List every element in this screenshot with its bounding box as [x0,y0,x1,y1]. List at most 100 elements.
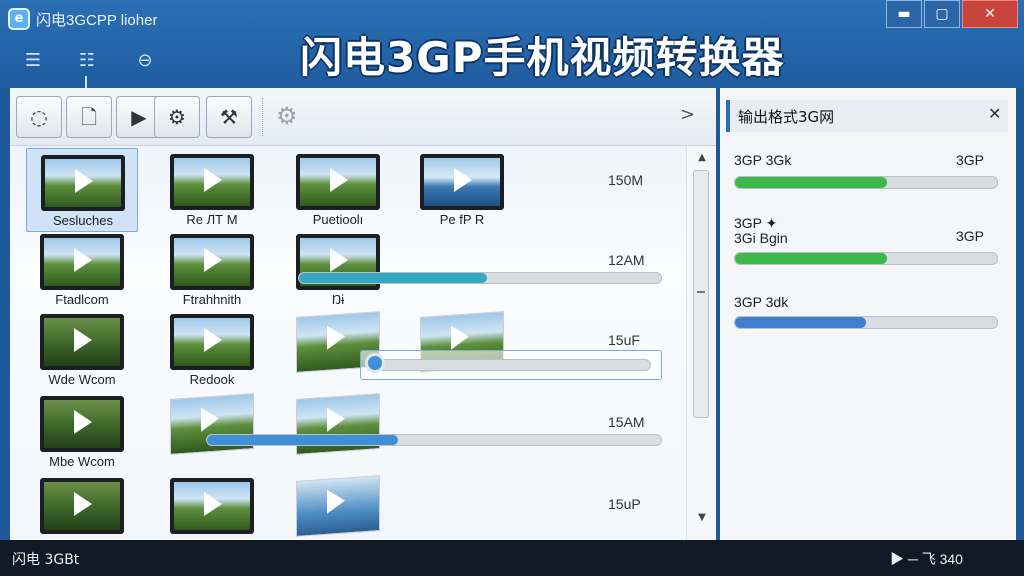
file-size: 15AM [608,414,645,430]
panel-title: 输出格式3G网 [738,108,835,126]
conversion-progress-box [360,350,662,380]
progress-fill [735,253,887,264]
file-size: 15uF [608,332,640,348]
scroll-up-button[interactable]: ▲ [687,148,717,168]
video-thumbnail [170,478,254,534]
video-thumbnail [170,234,254,290]
progress-fill [735,317,866,328]
video-item[interactable]: Re ЛТ M [156,148,268,232]
app-name: 闪电3GCPP lioher [36,12,158,29]
vertical-scrollbar[interactable]: ▲ ▼ [686,146,716,540]
progress-sub-label: Ŋɨ [331,292,345,307]
progress-fill [299,273,488,283]
video-label: Re ЛТ M [186,212,238,227]
minimize-button[interactable]: ▬ [886,0,922,28]
conversion-progress-bar [371,359,651,371]
progress-fill [207,435,398,445]
minus-circle-icon[interactable]: ⊖ [132,50,158,72]
video-item[interactable] [156,390,268,474]
maximize-button[interactable]: ▢ [924,0,960,28]
play-icon [75,169,93,193]
video-item[interactable] [26,472,138,540]
play-icon [204,328,222,352]
progress-fill [735,177,887,188]
video-item[interactable]: Ftadlcom [26,228,138,312]
play-icon [204,168,222,192]
format-progress-bar [734,252,998,265]
title-bar: e 闪电3GCPP lioher 闪电3GP手机视频转换器 ▬ ▢ ✕ ☰ ☷ … [0,0,1024,88]
video-thumbnail [296,154,380,210]
toolbar-divider [262,98,263,136]
list-view-icon[interactable]: ☰ [20,50,46,72]
video-thumbnail [40,478,124,534]
video-item[interactable] [282,390,394,474]
play-icon [204,248,222,272]
video-thumbnail [40,314,124,370]
play-icon [201,406,219,432]
video-label: Redook [189,372,235,387]
file-panel: ◌ 🗋 ▶ ⚙ ⚒ ⚙ > Sesluches Re ЛТ M Puetiool… [10,88,716,540]
add-file-button[interactable]: 🗋 [66,96,112,138]
scroll-grip [697,291,705,293]
panel-close-button[interactable]: ✕ [988,104,1001,123]
next-page-button[interactable]: > [680,104,695,125]
progress-slider-knob[interactable] [365,353,385,373]
app-title: 闪电3GP手机视频转换器 [300,33,785,82]
play-icon [451,324,469,350]
video-item[interactable]: Puetioolı [282,148,394,232]
video-item[interactable] [156,472,268,540]
status-controls[interactable]: ▶ ─ 飞 340 [890,549,963,569]
lasso-select-button[interactable]: ◌ [16,96,62,138]
conversion-progress-bar [298,272,662,284]
play-icon [454,168,472,192]
format-progress-bar [734,316,998,329]
scroll-down-button[interactable]: ▼ [687,508,717,528]
video-label: Sesluches [53,213,113,228]
settings-button[interactable]: ⚙ [154,96,200,138]
video-item[interactable]: Pe fP R [406,148,518,232]
status-text: 闪电 3GBt [12,552,80,568]
play-icon [74,410,92,434]
video-thumbnail [170,314,254,370]
video-thumbnail [40,234,124,290]
format-type: 3GP [956,152,985,168]
video-thumbnail [170,154,254,210]
video-label: Mbe Wcom [49,454,115,469]
panel-header: 输出格式3G网 ✕ [726,100,1008,132]
video-grid: Sesluches Re ЛТ M Puetioolı Pe fP R 150M… [10,146,686,540]
gear-icon: ⚙ [276,102,298,130]
scroll-thumb[interactable] [693,170,709,418]
format-name: 3GP 3dk [734,294,789,310]
file-size: 12AM [608,252,645,268]
format-progress-bar [734,176,998,189]
format-type: 3GP [956,228,985,244]
toolbar: ◌ 🗋 ▶ ⚙ ⚒ ⚙ > [10,88,716,146]
video-item[interactable]: Ftrahhnith [156,228,268,312]
video-item[interactable]: Ŋɨ [282,228,394,312]
video-label: Ftrahhnith [182,292,242,307]
video-item[interactable]: Mbe Wcom [26,390,138,474]
video-label: Pe fP R [439,212,485,227]
play-icon [330,248,348,272]
play-icon [74,248,92,272]
tools-button[interactable]: ⚒ [206,96,252,138]
play-icon [74,492,92,516]
play-icon [327,488,345,514]
video-label: Puetioolı [312,212,364,227]
video-label: Wde Wcom [48,372,116,387]
play-icon [327,406,345,432]
video-thumbnail [40,396,124,452]
detail-view-icon[interactable]: ☷ [74,50,100,88]
output-format-panel: 输出格式3G网 ✕ 3GP 3Gk 3GP 3GP ✦ 3Gi Bgin 3GP… [720,88,1016,540]
video-item[interactable] [282,472,394,540]
close-button[interactable]: ✕ [962,0,1018,28]
video-thumbnail [41,155,125,211]
app-logo-icon: e [8,8,30,30]
video-item[interactable]: Sesluches [26,148,138,232]
video-thumbnail [420,154,504,210]
video-label: Ftadlcom [55,292,109,307]
video-item[interactable]: Redook [156,308,268,392]
play-icon [204,492,222,516]
video-item[interactable]: Wde Wcom [26,308,138,392]
status-bar: 闪电 3GBt ▶ ─ 飞 340 [0,540,1024,576]
